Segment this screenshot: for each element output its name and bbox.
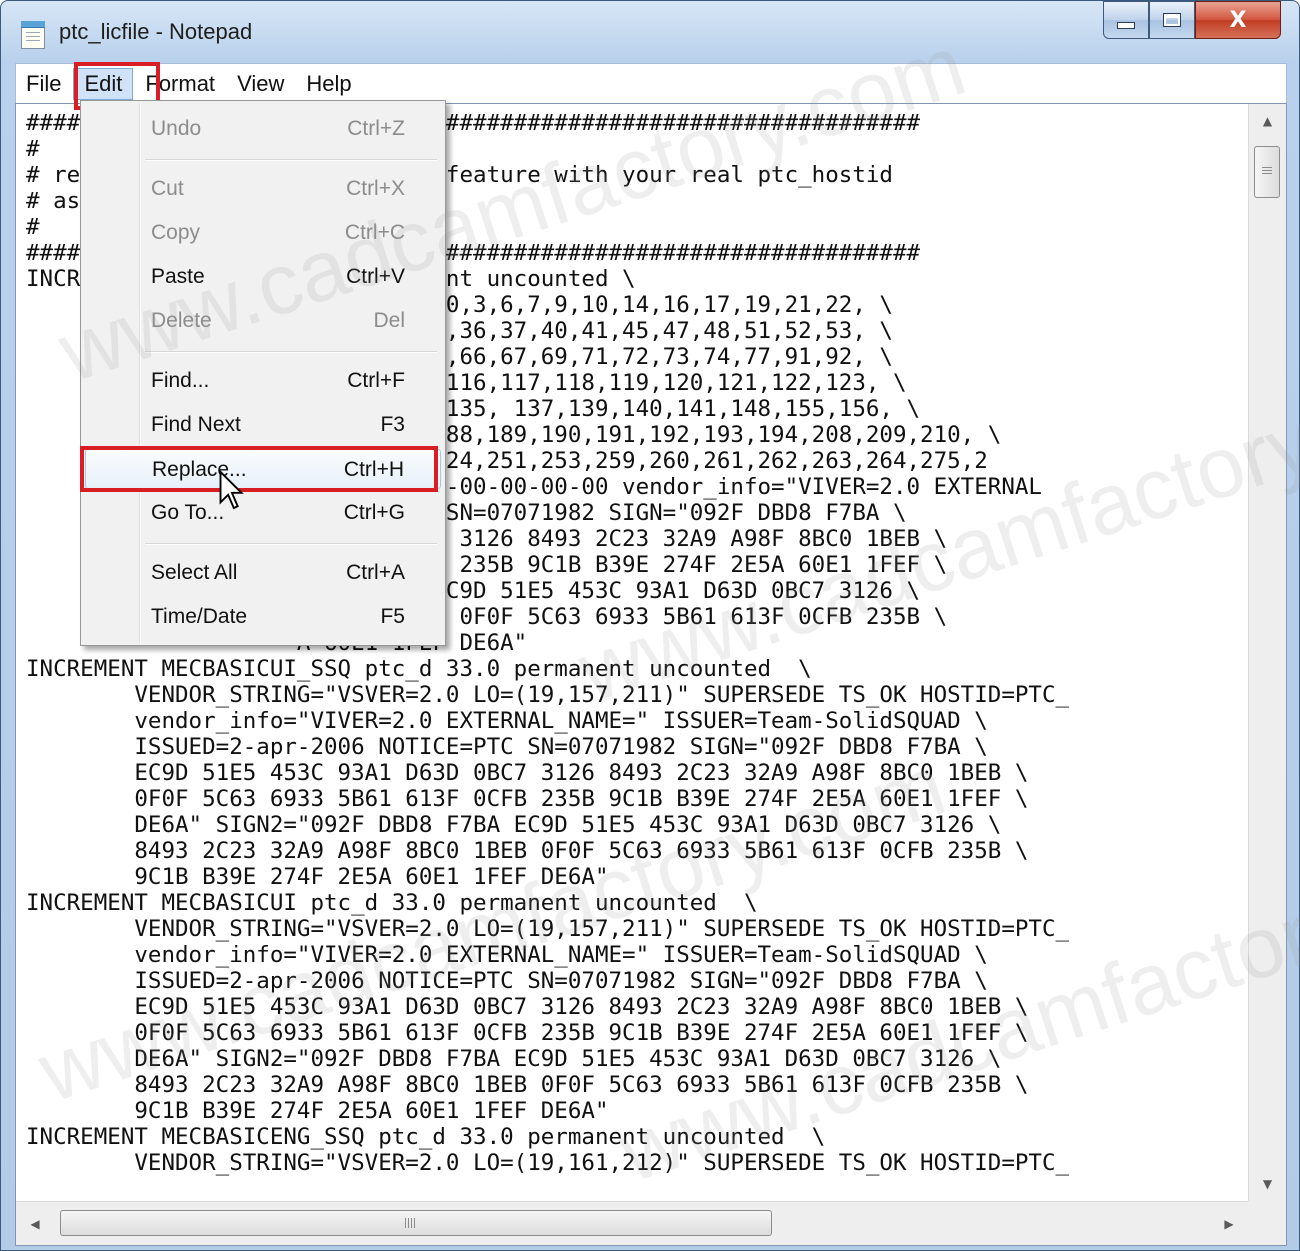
text-line: EC9D 51E5 453C 93A1 D63D 0BC7 3126 8493 …: [26, 994, 1029, 1020]
menu-item-shortcut: Ctrl+F: [347, 369, 405, 392]
menu-item-copy[interactable]: Copy Ctrl+C: [85, 213, 441, 253]
menu-view[interactable]: View: [227, 68, 294, 100]
title-bar[interactable]: ptc_licfile - Notepad X: [1, 1, 1299, 65]
maximize-icon: [1163, 13, 1181, 27]
menu-item-shortcut: Del: [373, 309, 405, 332]
text-line: VENDOR_STRING="VSVER=2.0 LO=(19,157,211)…: [26, 682, 1070, 708]
scroll-down-icon[interactable]: ▼: [1249, 1167, 1286, 1201]
text-line: 9C1B B39E 274F 2E5A 60E1 1FEF DE6A": [26, 1098, 609, 1124]
scroll-grip-icon: [1262, 167, 1272, 176]
text-line: vendor_info="VIVER=2.0 EXTERNAL_NAME=" I…: [26, 708, 988, 734]
close-icon: X: [1229, 7, 1247, 33]
menu-item-shortcut: Ctrl+Z: [347, 117, 405, 140]
menu-item-label: Undo: [151, 117, 202, 140]
menu-help[interactable]: Help: [296, 68, 361, 100]
text-line: DE6A" SIGN2="092F DBD8 F7BA EC9D 51E5 45…: [26, 1046, 1002, 1072]
menu-item-label: Find...: [151, 369, 210, 392]
text-line: EC9D 51E5 453C 93A1 D63D 0BC7 3126 8493 …: [26, 760, 1029, 786]
menu-item-label: Cut: [151, 177, 184, 200]
menu-item-shortcut: Ctrl+C: [344, 221, 405, 244]
scroll-left-icon[interactable]: ◀: [16, 1202, 54, 1245]
text-line: ISSUED=2-apr-2006 NOTICE=PTC SN=07071982…: [26, 968, 988, 994]
menu-item-find[interactable]: Find... Ctrl+F: [85, 361, 441, 401]
minimize-button[interactable]: [1103, 1, 1149, 39]
text-line: 0F0F 5C63 6933 5B61 613F 0CFB 235B 9C1B …: [26, 1020, 1029, 1046]
menu-item-label: Time/Date: [151, 605, 248, 628]
menu-item-shortcut: Ctrl+V: [346, 265, 405, 288]
menu-bar: File Edit Format View Help: [15, 63, 1287, 103]
menu-separator: [145, 351, 437, 353]
menu-separator: [145, 543, 437, 545]
close-button[interactable]: X: [1195, 1, 1281, 39]
text-line: 8493 2C23 32A9 A98F 8BC0 1BEB 0F0F 5C63 …: [26, 1072, 1029, 1098]
menu-item-time-date[interactable]: Time/Date F5: [85, 597, 441, 637]
menu-separator: [145, 159, 437, 161]
horizontal-scroll-thumb[interactable]: [60, 1210, 772, 1236]
menu-item-shortcut: Ctrl+A: [346, 561, 405, 584]
text-line: 8493 2C23 32A9 A98F 8BC0 1BEB 0F0F 5C63 …: [26, 838, 1029, 864]
menu-file[interactable]: File: [16, 68, 71, 100]
menu-item-delete[interactable]: Delete Del: [85, 301, 441, 341]
horizontal-scrollbar[interactable]: ◀ ▶: [16, 1201, 1248, 1245]
caption-buttons: X: [1103, 1, 1281, 41]
text-line: 0F0F 5C63 6933 5B61 613F 0CFB 235B 9C1B …: [26, 786, 1029, 812]
maximize-button[interactable]: [1149, 1, 1195, 39]
text-line: VENDOR_STRING="VSVER=2.0 LO=(19,157,211)…: [26, 916, 1070, 942]
scroll-right-icon[interactable]: ▶: [1210, 1202, 1248, 1245]
text-line: ISSUED=2-apr-2006 NOTICE=PTC SN=07071982…: [26, 734, 988, 760]
scroll-up-icon[interactable]: ▲: [1249, 104, 1286, 138]
menu-item-label: Select All: [151, 561, 238, 584]
menu-item-label: Paste: [151, 265, 205, 288]
replace-highlight-box: [80, 446, 438, 492]
size-box: [1248, 1201, 1286, 1245]
edit-menu-dropdown: Undo Ctrl+Z Cut Ctrl+X Copy Ctrl+C Paste…: [80, 100, 446, 646]
menu-item-go-to[interactable]: Go To... Ctrl+G: [85, 493, 441, 533]
menu-item-paste[interactable]: Paste Ctrl+V: [85, 257, 441, 297]
text-line: INCREMENT MECBASICUI_SSQ ptc_d 33.0 perm…: [26, 656, 812, 682]
menu-item-shortcut: F3: [380, 413, 405, 436]
text-line: INCREMENT MECBASICENG_SSQ ptc_d 33.0 per…: [26, 1124, 826, 1150]
menu-item-label: Delete: [151, 309, 212, 332]
notepad-icon[interactable]: [21, 21, 45, 49]
text-line: vendor_info="VIVER=2.0 EXTERNAL_NAME=" I…: [26, 942, 988, 968]
text-line: VENDOR_STRING="VSVER=2.0 LO=(19,161,212)…: [26, 1150, 1070, 1176]
menu-item-label: Go To...: [151, 501, 225, 524]
scroll-grip-icon: [405, 1218, 415, 1228]
mouse-pointer-icon: [219, 470, 244, 510]
vertical-scroll-thumb[interactable]: [1254, 146, 1280, 198]
minimize-icon: [1117, 21, 1135, 29]
text-line: INCREMENT MECBASICUI ptc_d 33.0 permanen…: [26, 890, 758, 916]
menu-item-shortcut: Ctrl+G: [343, 501, 405, 524]
menu-item-undo[interactable]: Undo Ctrl+Z: [85, 109, 441, 149]
menu-item-label: Find Next: [151, 413, 241, 436]
vertical-scrollbar[interactable]: ▲ ▼: [1248, 104, 1286, 1201]
menu-item-find-next[interactable]: Find Next F3: [85, 405, 441, 445]
menu-item-select-all[interactable]: Select All Ctrl+A: [85, 553, 441, 593]
menu-item-label: Copy: [151, 221, 201, 244]
menu-item-shortcut: F5: [380, 605, 405, 628]
menu-item-cut[interactable]: Cut Ctrl+X: [85, 169, 441, 209]
window-title: ptc_licfile - Notepad: [59, 19, 253, 44]
menu-item-shortcut: Ctrl+X: [346, 177, 405, 200]
text-line: 9C1B B39E 274F 2E5A 60E1 1FEF DE6A": [26, 864, 609, 890]
text-line: DE6A" SIGN2="092F DBD8 F7BA EC9D 51E5 45…: [26, 812, 1002, 838]
